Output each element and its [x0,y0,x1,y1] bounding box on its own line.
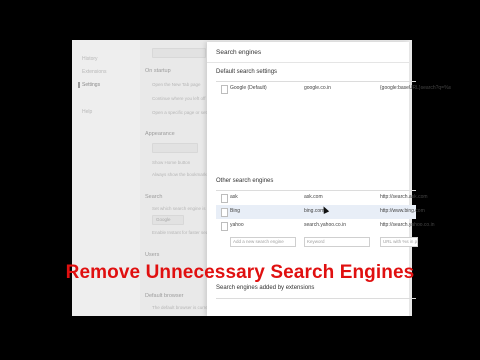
appearance-heading: Appearance [145,131,175,137]
show-home-button-option[interactable]: Show Home button [152,160,190,165]
search-heading: Search [145,194,163,200]
engine-row-bing[interactable]: Bing bing.com http://www.bing.com [216,205,425,219]
engine-keyword: search.yahoo.co.in [304,222,346,228]
get-themes-button[interactable] [152,143,198,153]
extension-engines-heading: Search engines added by extensions [216,285,315,291]
default-engines-table: Google (Default) google.co.in {google:ba… [216,81,451,94]
startup-option-newtab[interactable]: Open the New Tab page [152,82,200,87]
default-browser-heading: Default browser [145,293,184,299]
document-icon [221,222,228,231]
nav-item-settings[interactable]: Settings [78,82,100,88]
users-heading: Users [145,252,160,258]
search-select-value: Google [156,217,171,222]
nav-item-extensions[interactable]: Extensions [82,69,106,75]
on-startup-heading: On startup [145,68,171,74]
set-pages-button[interactable] [152,48,206,58]
engine-name: Bing [230,208,241,214]
document-icon [221,194,228,203]
video-caption: Remove Unnecessary Search Engines [65,262,415,283]
other-engines-table: ask ask.com http://search.ask.com Bing b… [216,190,434,247]
engine-url: http://www.bing.com [380,208,425,214]
other-search-engines-heading: Other search engines [216,178,274,184]
engine-name: ask [230,194,238,200]
engine-row-yahoo[interactable]: yahoo search.yahoo.co.in http://search.y… [216,219,434,233]
engine-row-ask[interactable]: ask ask.com http://search.ask.com [216,191,428,205]
engine-name: yahoo [230,222,244,228]
engine-keyword: ask.com [304,194,323,200]
dialog-title-divider [207,62,409,63]
new-engine-name-input[interactable]: Add a new search engine [230,237,296,247]
engine-keyword: google.co.in [304,85,331,91]
engine-row-google[interactable]: Google (Default) google.co.in {google:ba… [216,82,451,96]
engine-name: Google (Default) [230,85,267,91]
nav-item-history[interactable]: History [82,56,98,62]
engine-url: http://search.ask.com [380,194,428,200]
startup-option-continue[interactable]: Continue where you left off [152,96,205,101]
document-icon [221,85,228,94]
search-engine-select[interactable]: Google [152,215,184,225]
video-frame: History Extensions Settings Help On star… [0,0,480,360]
engine-url: http://search.yahoo.co.in [380,222,435,228]
dialog-title: Search engines [216,49,262,56]
nav-item-help[interactable]: Help [82,109,92,115]
default-search-settings-heading: Default search settings [216,69,278,75]
extension-engines-divider [216,298,416,299]
new-engine-url-input[interactable]: URL with %s in place of query [380,237,418,247]
document-icon [221,208,228,217]
add-engine-row: Add a new search engine Keyword URL with… [216,235,418,249]
new-engine-keyword-input[interactable]: Keyword [304,237,370,247]
engine-url: {google:baseURL}search?q=%s [380,85,452,91]
